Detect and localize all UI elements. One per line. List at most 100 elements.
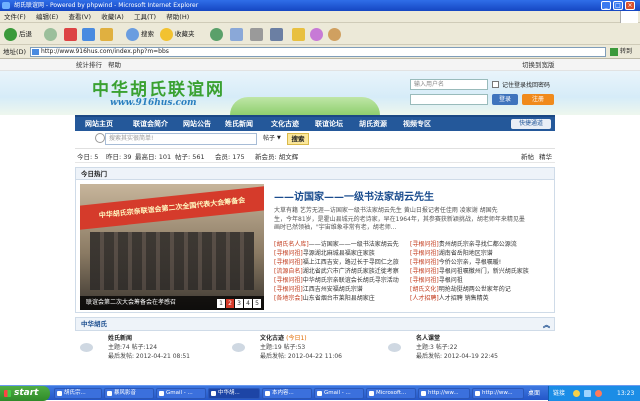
print-button[interactable]	[250, 26, 263, 42]
nav-resources[interactable]: 胡氏资源	[359, 117, 387, 131]
list-item[interactable]: [胡氏名人库]——访国家——一级书法家胡云先	[274, 240, 399, 249]
taskbar-item[interactable]: Gmail - ...	[314, 388, 364, 399]
stop-button[interactable]	[64, 26, 77, 42]
menu-view[interactable]: 查看(V)	[64, 11, 95, 23]
edit-button[interactable]	[270, 26, 283, 42]
minimize-button[interactable]: _	[601, 1, 611, 10]
menu-file[interactable]: 文件(F)	[0, 11, 30, 23]
menu-tools[interactable]: 工具(T)	[130, 11, 160, 23]
list-item[interactable]: [寻根问祖]中华胡氏宗亲联谊会长胡氏寻宗活动	[274, 276, 399, 285]
menu-help[interactable]: 帮助(H)	[162, 11, 193, 23]
taskbar-item[interactable]: 暴风影音	[104, 388, 154, 399]
desktop-toolbar[interactable]: 桌面	[528, 386, 540, 401]
stat-today: 今日: 5	[77, 153, 99, 161]
forum-last-post: 最后发帖: 2012-04-21 08:51	[108, 353, 190, 360]
wide-view-link[interactable]: 切换到宽版	[522, 59, 555, 71]
slide-page-3[interactable]: 3	[235, 299, 243, 308]
new-posts-link[interactable]: 新帖	[521, 151, 534, 163]
nav-culture[interactable]: 文化古迹	[271, 117, 299, 131]
list-item[interactable]: [寻根问祖]湖南省岳阳地区宗谱	[410, 249, 529, 258]
collapse-icon[interactable]: ︽	[543, 319, 550, 331]
slide-page-1[interactable]: 1	[217, 299, 225, 308]
nav-video[interactable]: 视频专区	[403, 117, 431, 131]
slideshow[interactable]: 中华胡氏宗亲联谊会第二次全国代表大会筹备会 联谊会第二次大会筹备会在孝感召 1 …	[80, 184, 264, 310]
refresh-button[interactable]	[82, 26, 95, 42]
taskbar-item[interactable]: 胡氏宗...	[54, 388, 102, 399]
stat-posts: 帖子: 561	[175, 153, 205, 161]
zone-title[interactable]: 中华胡氏	[81, 320, 107, 328]
list-item[interactable]: [寻根问祖]江西吉州安福胡氏宗谱	[274, 285, 399, 294]
app-icon	[57, 391, 62, 396]
list-item[interactable]: [寻根问祖]今侨公宗亲，寻根嘱暖!	[410, 258, 529, 267]
forum-item[interactable]: 文化古迹 (今日1) 主题:19 帖子:53 最后发帖: 2012-04-22 …	[232, 335, 382, 375]
home-button[interactable]	[100, 26, 113, 42]
nav-notice[interactable]: 网站公告	[183, 117, 211, 131]
list-item[interactable]: [寻根问祖]福上江西吉安，路过长于寻回仁之旅	[274, 258, 399, 267]
taskbar-item[interactable]: http://ww...	[472, 388, 524, 399]
start-button[interactable]: start	[0, 386, 50, 401]
nav-forum[interactable]: 联谊论坛	[315, 117, 343, 131]
digest-link[interactable]: 精华	[539, 151, 552, 163]
history-button[interactable]	[210, 26, 223, 42]
search-scope-select[interactable]: 帖子	[263, 133, 275, 145]
list-item[interactable]: [寻根问祖]寻根问祖	[410, 276, 529, 285]
address-input[interactable]: http://www.916hus.com/index.php?m=bbs	[30, 47, 606, 57]
site-logo-title[interactable]: 中华胡氏联谊网	[92, 75, 225, 100]
list-item[interactable]: [胡氏文化]明抢劫挺胡两公世家年的记	[410, 285, 529, 294]
stats-rank-link[interactable]: 统计排行	[76, 59, 102, 71]
back-button[interactable]: 后退	[4, 26, 32, 42]
maximize-button[interactable]: □	[613, 1, 623, 10]
site-search-button[interactable]: 搜索	[287, 133, 309, 145]
forward-button[interactable]	[44, 26, 57, 42]
forum-name[interactable]: 名人课堂	[416, 335, 440, 344]
favorites-button[interactable]: 收藏夹	[160, 26, 195, 42]
taskbar-item[interactable]: 中华胡...	[208, 388, 260, 399]
tray-network-icon[interactable]	[584, 390, 591, 397]
mail-button[interactable]	[230, 26, 243, 42]
list-item[interactable]: [流源自名]湖北省武穴市广济胡氏家族迁徙考察	[274, 267, 399, 276]
clock[interactable]: 13:23	[617, 386, 634, 401]
menu-edit[interactable]: 编辑(E)	[32, 11, 62, 23]
slide-page-2[interactable]: 2	[226, 299, 234, 308]
messenger-button[interactable]	[310, 26, 323, 42]
login-button[interactable]: 登录	[492, 94, 518, 105]
list-item[interactable]: [人才招聘]人才招聘 销售精英	[410, 294, 529, 303]
stat-new-member[interactable]: 新会员: 胡文辉	[255, 151, 298, 163]
username-input[interactable]: 输入用户名	[410, 79, 488, 90]
forum-name[interactable]: 姓氏新闻	[108, 335, 132, 344]
discuss-button[interactable]	[292, 26, 305, 42]
quick-access-button[interactable]: 快捷通道	[511, 119, 551, 129]
taskbar-item[interactable]: Microsoft...	[366, 388, 416, 399]
close-button[interactable]: ×	[625, 1, 635, 10]
taskbar-item[interactable]: 本内容...	[262, 388, 312, 399]
tray-app-icon[interactable]	[595, 390, 602, 397]
research-button[interactable]	[328, 26, 341, 42]
tray-volume-icon[interactable]	[573, 390, 580, 397]
nav-intro[interactable]: 联谊会简介	[133, 117, 168, 131]
go-button[interactable]: 转到	[610, 47, 636, 57]
list-item[interactable]: [寻根问祖]寻根问祖嘱徽州门，新兴胡氏家族	[410, 267, 529, 276]
hot-headline[interactable]: ——访国家——一级书法家胡云先生	[274, 188, 434, 203]
list-item[interactable]: [寻根问祖]寻源湖北麻城县福家庄家族	[274, 249, 399, 258]
slide-page-4[interactable]: 4	[244, 299, 252, 308]
remember-checkbox[interactable]	[492, 81, 499, 88]
site-search-input[interactable]: 搜索其实很简单!	[105, 133, 257, 145]
taskbar-item[interactable]: Gmail - ...	[156, 388, 206, 399]
forum-item[interactable]: 姓氏新闻 主题:74 帖子:124 最后发帖: 2012-04-21 08:51	[80, 335, 230, 375]
taskbar-item[interactable]: http://ww...	[418, 388, 470, 399]
password-input[interactable]	[410, 94, 488, 105]
list-item[interactable]: [寻根问祖]贵州胡氏宗亲寻找仁都公源流	[410, 240, 529, 249]
links-toolbar[interactable]: 链接	[553, 386, 565, 401]
forum-item[interactable]: 名人课堂 主题:3 帖子:22 最后发帖: 2012-04-19 22:45	[388, 335, 538, 375]
forum-name[interactable]: 文化古迹 (今日1)	[260, 335, 307, 344]
nav-news[interactable]: 姓氏新闻	[225, 117, 253, 131]
menu-favorites[interactable]: 收藏(A)	[97, 11, 128, 23]
nav-home[interactable]: 网站主页	[85, 117, 113, 131]
forgot-password-link[interactable]: 找回密码	[526, 80, 550, 89]
list-item[interactable]: [各地宗会]山东省烟台市莱阳县胡家庄	[274, 294, 399, 303]
search-button[interactable]: 搜索	[126, 26, 154, 42]
register-button[interactable]: 注册	[522, 94, 554, 105]
slide-page-5[interactable]: 5	[253, 299, 261, 308]
ie-icon	[2, 2, 10, 9]
help-link[interactable]: 帮助	[108, 59, 121, 71]
